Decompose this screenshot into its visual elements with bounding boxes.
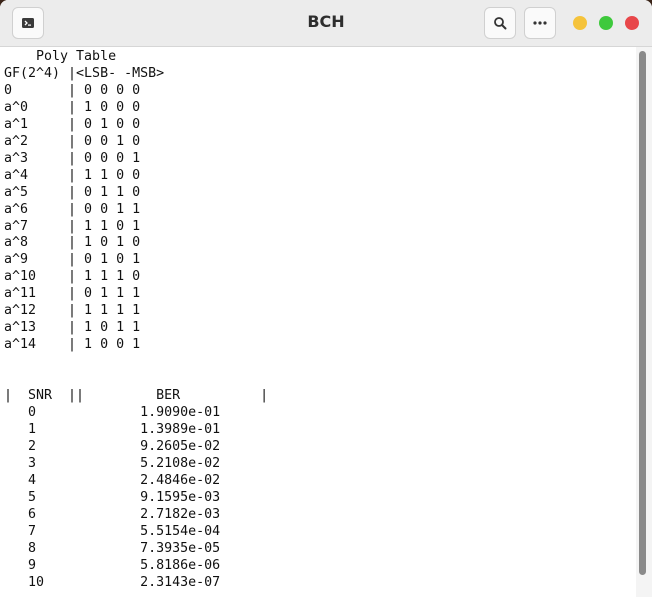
terminal-line: | SNR || BER | (4, 388, 269, 404)
header-bar: BCH (0, 0, 652, 47)
terminal-line: 7 5.5154e-04 (4, 523, 221, 539)
terminal-line: a^9 | 0 1 0 1 (4, 252, 141, 268)
terminal-line: a^6 | 0 0 1 1 (4, 201, 141, 217)
terminal-line: a^1 | 0 1 0 0 (4, 116, 141, 132)
terminal-line: a^2 | 0 0 1 0 (4, 133, 141, 149)
terminal-line: 10 2.3143e-07 (4, 574, 221, 590)
search-button[interactable] (484, 7, 516, 39)
close-button[interactable] (625, 16, 639, 30)
terminal-line: a^12 | 1 1 1 1 (4, 303, 141, 319)
terminal-line: 5 9.1595e-03 (4, 489, 221, 505)
search-icon (494, 17, 507, 30)
more-icon (533, 21, 547, 25)
maximize-button[interactable] (599, 16, 613, 30)
terminal-line: 6 2.7182e-03 (4, 506, 221, 522)
minimize-button[interactable] (573, 16, 587, 30)
terminal-line: a^3 | 0 0 0 1 (4, 150, 141, 166)
terminal-line: a^13 | 1 0 1 1 (4, 320, 141, 336)
scrollbar-thumb[interactable] (639, 51, 646, 575)
terminal-output[interactable]: Poly Table GF(2^4) |<LSB- -MSB> 0 | 0 0 … (0, 47, 636, 597)
terminal-line: a^11 | 0 1 1 1 (4, 286, 141, 302)
terminal-line: a^14 | 1 0 0 1 (4, 337, 141, 353)
terminal-line: 0 | 0 0 0 0 (4, 82, 141, 98)
terminal-line: 1 1.3989e-01 (4, 421, 221, 437)
terminal-line: 0 1.9090e-01 (4, 405, 221, 421)
terminal-line: a^7 | 1 1 0 1 (4, 218, 141, 234)
terminal-window: BCH Poly Table GF(2^4) |<LSB- -MSB> 0 | … (0, 0, 652, 597)
terminal-text: Poly Table GF(2^4) |<LSB- -MSB> 0 | 0 0 … (0, 47, 636, 592)
terminal-line: a^10 | 1 1 1 0 (4, 269, 141, 285)
terminal-line: a^4 | 1 1 0 0 (4, 167, 141, 183)
terminal-line: 4 2.4846e-02 (4, 472, 221, 488)
terminal-line: 3 5.2108e-02 (4, 455, 221, 471)
terminal-line: 9 5.8186e-06 (4, 557, 221, 573)
scrollbar[interactable] (636, 47, 652, 597)
menu-button[interactable] (524, 7, 556, 39)
terminal-line: 8 7.3935e-05 (4, 540, 221, 556)
terminal-line: a^8 | 1 0 1 0 (4, 235, 141, 251)
terminal-line: a^0 | 1 0 0 0 (4, 99, 141, 115)
terminal-line: 2 9.2605e-02 (4, 438, 221, 454)
terminal-line: Poly Table (4, 49, 117, 64)
terminal-line: GF(2^4) |<LSB- -MSB> (4, 65, 165, 81)
terminal-line: a^5 | 0 1 1 0 (4, 184, 141, 200)
